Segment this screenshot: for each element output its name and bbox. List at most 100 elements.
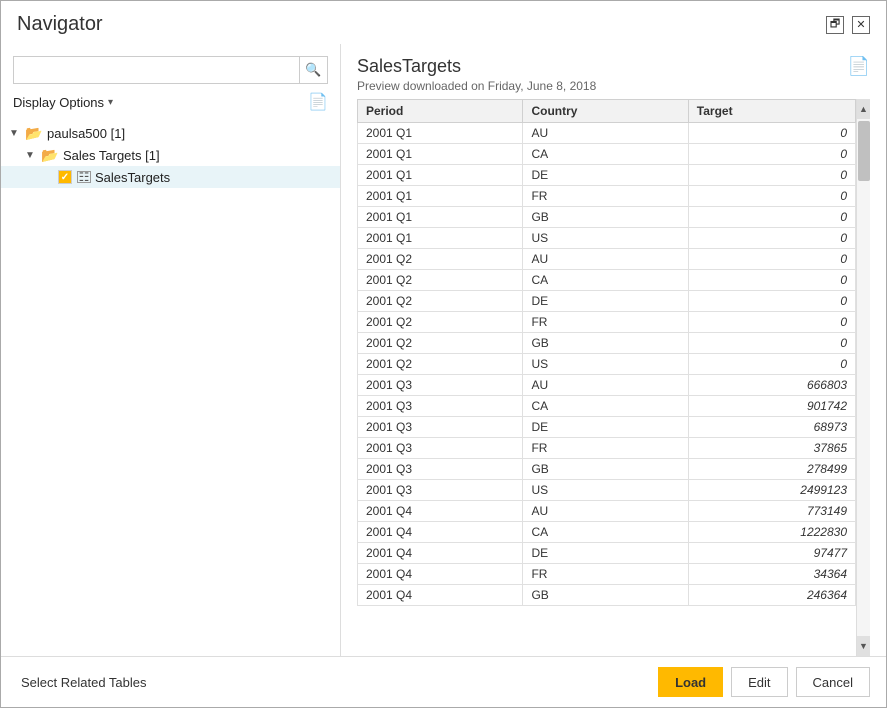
table-cell-13-1: CA xyxy=(523,396,688,417)
table-cell-17-2: 2499123 xyxy=(688,480,855,501)
table-cell-2-2: 0 xyxy=(688,165,855,186)
table-cell-16-0: 2001 Q3 xyxy=(358,459,523,480)
tree-area: ▼ 📂 paulsa500 [1] ▼ 📂 Sales Targets [1] … xyxy=(1,118,340,648)
table-row: 2001 Q3DE68973 xyxy=(358,417,856,438)
tree-label-sales-targets: Sales Targets [1] xyxy=(63,148,160,163)
display-options-button[interactable]: Display Options ▾ xyxy=(13,95,113,110)
select-related-tables-button[interactable]: Select Related Tables xyxy=(17,675,151,690)
table-cell-15-0: 2001 Q3 xyxy=(358,438,523,459)
preview-icon-button[interactable]: 📄 xyxy=(848,56,870,77)
table-cell-5-1: US xyxy=(523,228,688,249)
table-cell-8-0: 2001 Q2 xyxy=(358,291,523,312)
table-cell-10-1: GB xyxy=(523,333,688,354)
table-cell-15-2: 37865 xyxy=(688,438,855,459)
table-row: 2001 Q3AU666803 xyxy=(358,375,856,396)
table-row: 2001 Q1AU0 xyxy=(358,123,856,144)
table-cell-10-0: 2001 Q2 xyxy=(358,333,523,354)
table-cell-9-2: 0 xyxy=(688,312,855,333)
scrollbar-thumb[interactable] xyxy=(858,121,870,181)
table-cell-18-0: 2001 Q4 xyxy=(358,501,523,522)
preview-icon: 📄 xyxy=(848,56,870,76)
col-header-target: Target xyxy=(688,100,855,123)
table-cell-3-0: 2001 Q1 xyxy=(358,186,523,207)
table-cell-7-2: 0 xyxy=(688,270,855,291)
col-header-country: Country xyxy=(523,100,688,123)
table-cell-5-2: 0 xyxy=(688,228,855,249)
table-cell-0-0: 2001 Q1 xyxy=(358,123,523,144)
table-icon-sales-targets: ☷ xyxy=(77,171,91,183)
table-cell-9-1: FR xyxy=(523,312,688,333)
table-cell-14-2: 68973 xyxy=(688,417,855,438)
table-cell-12-2: 666803 xyxy=(688,375,855,396)
table-cell-21-0: 2001 Q4 xyxy=(358,564,523,585)
table-cell-10-2: 0 xyxy=(688,333,855,354)
table-row: 2001 Q4CA1222830 xyxy=(358,522,856,543)
display-mode-icon-button[interactable]: 📄 xyxy=(308,92,328,112)
preview-subtitle: Preview downloaded on Friday, June 8, 20… xyxy=(357,79,596,93)
table-row: 2001 Q1FR0 xyxy=(358,186,856,207)
table-cell-15-1: FR xyxy=(523,438,688,459)
display-mode-icon: 📄 xyxy=(308,92,328,112)
search-input[interactable] xyxy=(13,56,300,84)
right-panel: SalesTargets Preview downloaded on Frida… xyxy=(341,44,886,656)
restore-button[interactable]: 🗗 xyxy=(826,16,844,34)
table-scroll-wrapper[interactable]: Period Country Target 2001 Q1AU02001 Q1C… xyxy=(357,99,856,656)
table-header-row: Period Country Target xyxy=(358,100,856,123)
table-cell-22-1: GB xyxy=(523,585,688,606)
table-cell-14-1: DE xyxy=(523,417,688,438)
table-cell-19-1: CA xyxy=(523,522,688,543)
left-panel: 🔍 Display Options ▾ 📄 ▼ 📂 paulsa500 [1 xyxy=(1,44,341,656)
tree-item-sales-targets-table[interactable]: ✓ ☷ SalesTargets xyxy=(1,166,340,188)
preview-header-text: SalesTargets Preview downloaded on Frida… xyxy=(357,56,596,93)
table-cell-2-0: 2001 Q1 xyxy=(358,165,523,186)
col-header-period: Period xyxy=(358,100,523,123)
table-row: 2001 Q1CA0 xyxy=(358,144,856,165)
table-cell-19-0: 2001 Q4 xyxy=(358,522,523,543)
table-cell-12-1: AU xyxy=(523,375,688,396)
table-cell-6-0: 2001 Q2 xyxy=(358,249,523,270)
search-icon: 🔍 xyxy=(305,62,321,78)
title-bar: Navigator 🗗 ✕ xyxy=(1,1,886,44)
table-cell-16-2: 278499 xyxy=(688,459,855,480)
close-button[interactable]: ✕ xyxy=(852,16,870,34)
table-cell-0-1: AU xyxy=(523,123,688,144)
scrollbar-track: ▲ ▼ xyxy=(856,99,870,656)
preview-header: SalesTargets Preview downloaded on Frida… xyxy=(341,44,886,99)
load-button[interactable]: Load xyxy=(658,667,723,697)
table-cell-7-1: CA xyxy=(523,270,688,291)
cancel-button[interactable]: Cancel xyxy=(796,667,870,697)
table-cell-1-0: 2001 Q1 xyxy=(358,144,523,165)
table-cell-6-1: AU xyxy=(523,249,688,270)
table-row: 2001 Q4AU773149 xyxy=(358,501,856,522)
table-cell-17-0: 2001 Q3 xyxy=(358,480,523,501)
search-button[interactable]: 🔍 xyxy=(300,56,328,84)
navigator-dialog: Navigator 🗗 ✕ 🔍 Display Options ▾ 📄 xyxy=(0,0,887,708)
table-cell-1-2: 0 xyxy=(688,144,855,165)
table-cell-20-2: 97477 xyxy=(688,543,855,564)
table-cell-14-0: 2001 Q3 xyxy=(358,417,523,438)
table-row: 2001 Q1US0 xyxy=(358,228,856,249)
table-cell-16-1: GB xyxy=(523,459,688,480)
edit-button[interactable]: Edit xyxy=(731,667,787,697)
table-row: 2001 Q4FR34364 xyxy=(358,564,856,585)
scroll-down-button[interactable]: ▼ xyxy=(857,636,870,656)
table-cell-13-2: 901742 xyxy=(688,396,855,417)
table-cell-8-2: 0 xyxy=(688,291,855,312)
checkbox-sales-targets-table[interactable]: ✓ xyxy=(57,169,73,185)
table-cell-0-2: 0 xyxy=(688,123,855,144)
scroll-up-button[interactable]: ▲ xyxy=(857,99,870,119)
table-cell-11-0: 2001 Q2 xyxy=(358,354,523,375)
table-cell-21-2: 34364 xyxy=(688,564,855,585)
tree-arrow-sales-targets-table xyxy=(41,172,57,183)
table-cell-5-0: 2001 Q1 xyxy=(358,228,523,249)
tree-item-paulsa500[interactable]: ▼ 📂 paulsa500 [1] xyxy=(1,122,340,144)
tree-label-paulsa500: paulsa500 [1] xyxy=(47,126,125,141)
checkbox-checked-icon: ✓ xyxy=(58,170,72,184)
table-cell-7-0: 2001 Q2 xyxy=(358,270,523,291)
table-cell-9-0: 2001 Q2 xyxy=(358,312,523,333)
table-row: 2001 Q4DE97477 xyxy=(358,543,856,564)
table-row: 2001 Q3US2499123 xyxy=(358,480,856,501)
footer-left: Select Related Tables xyxy=(17,675,151,690)
footer-right: Load Edit Cancel xyxy=(658,667,870,697)
tree-item-sales-targets[interactable]: ▼ 📂 Sales Targets [1] xyxy=(1,144,340,166)
